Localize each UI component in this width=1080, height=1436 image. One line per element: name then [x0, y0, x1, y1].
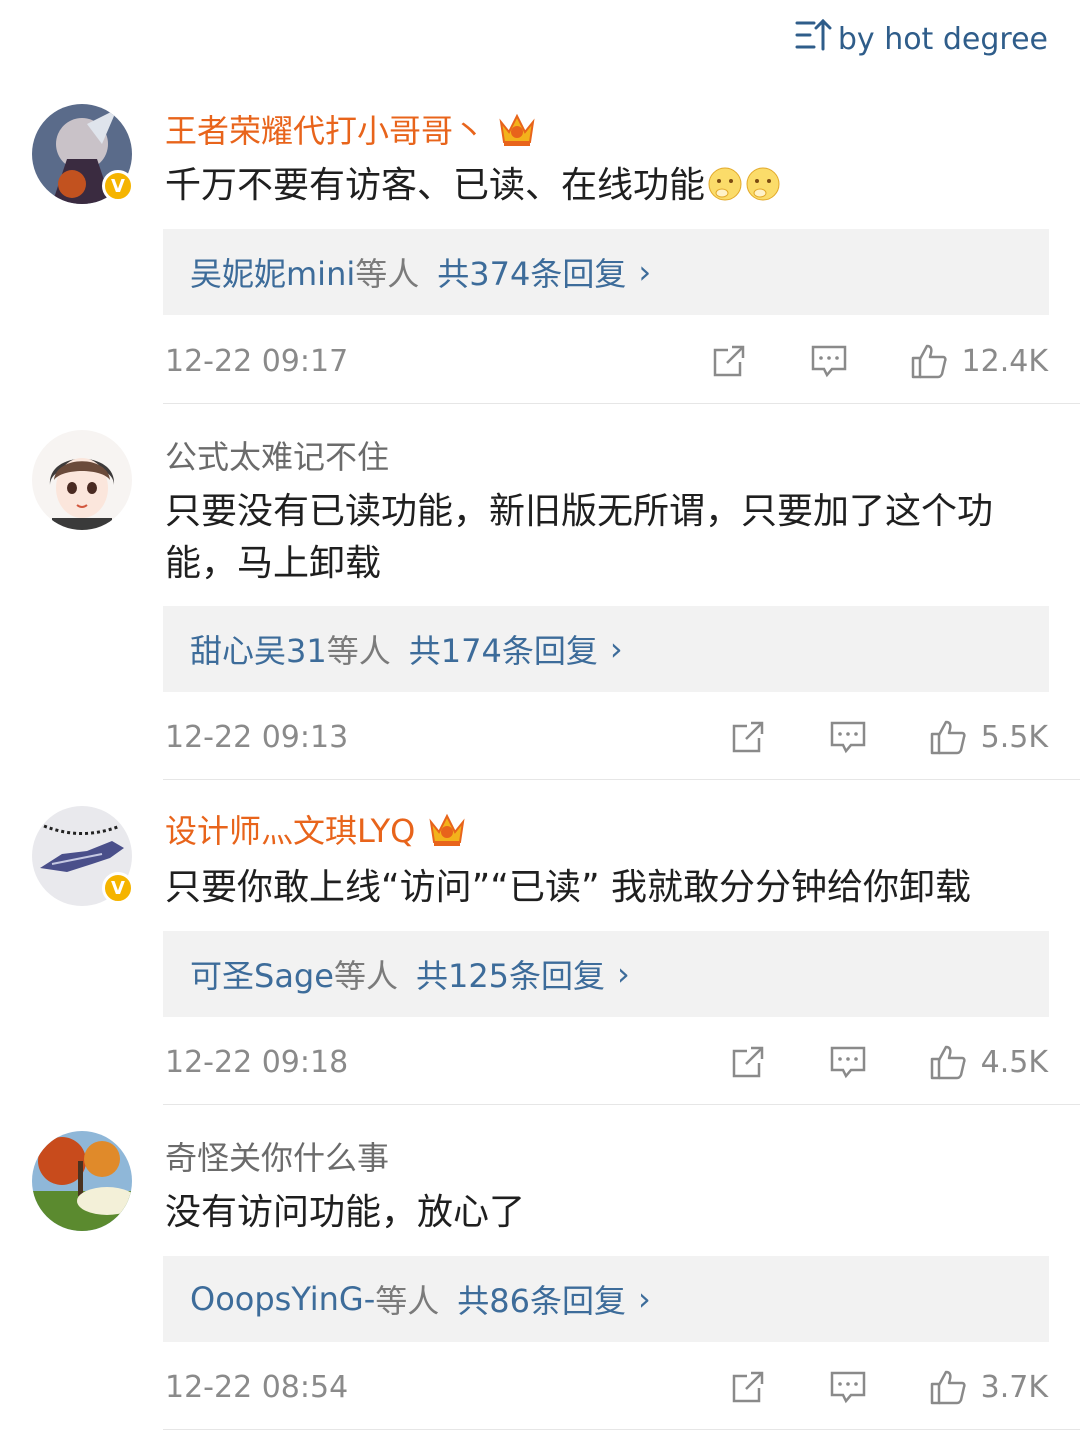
shy-emoji-icon [746, 167, 780, 201]
reply-suffix: 等人 [355, 255, 420, 293]
shy-emoji-icon [708, 167, 742, 201]
like-count: 4.5K [980, 1044, 1048, 1080]
divider [163, 1104, 1080, 1105]
avatar[interactable] [32, 1131, 132, 1231]
like-button[interactable]: 4.5K [929, 1043, 1048, 1081]
repost-icon[interactable] [729, 718, 767, 756]
reply-users: 可圣Sage [190, 957, 334, 995]
comment-icon[interactable] [829, 718, 867, 756]
reply-count: 共174条回复 [408, 632, 598, 670]
like-button[interactable]: 3.7K [929, 1368, 1048, 1406]
comment-text: 只要没有已读功能，新旧版无所谓，只要加了这个功能，马上卸载 [165, 491, 994, 584]
reply-users: 甜心吴31 [190, 632, 327, 670]
comment-icon[interactable] [829, 1043, 867, 1081]
divider [163, 779, 1080, 780]
reply-count: 共86条回复 [457, 1282, 626, 1320]
username[interactable]: 公式太难记不住 [165, 432, 389, 478]
reply-count: 共374条回复 [437, 255, 627, 293]
comment-icon[interactable] [810, 342, 848, 380]
chevron-right-icon: › [617, 955, 630, 993]
avatar[interactable]: V [32, 806, 134, 906]
username-text: 王者荣耀代打小哥哥丶 [165, 112, 486, 150]
reply-count: 共125条回复 [415, 957, 606, 995]
like-button[interactable]: 5.5K [929, 718, 1048, 756]
crown-icon [427, 810, 467, 848]
repost-icon[interactable] [729, 1368, 767, 1406]
reply-summary-button[interactable]: 吴妮妮mini 等人 共374条回复 › [163, 229, 1049, 315]
divider [163, 1429, 1080, 1430]
reply-users: 吴妮妮mini [190, 255, 356, 293]
like-button[interactable]: 12.4K [910, 342, 1048, 380]
sort-by-hot-button[interactable]: by hot degree [794, 18, 1048, 60]
username[interactable]: 王者荣耀代打小哥哥丶 [165, 106, 537, 152]
reply-suffix: 等人 [375, 1282, 440, 1320]
chevron-right-icon: › [638, 253, 652, 291]
comment-text: 千万不要有访客、已读、在线功能 [165, 160, 1030, 212]
username-text: 奇怪关你什么事 [165, 1139, 390, 1177]
repost-icon[interactable] [729, 1043, 767, 1081]
avatar[interactable]: V [32, 104, 134, 204]
reply-summary-button[interactable]: 可圣Sage 等人 共125条回复 › [163, 931, 1049, 1017]
sort-label: by hot degree [837, 21, 1048, 57]
username-text: 公式太难记不住 [165, 438, 390, 476]
divider [163, 403, 1080, 404]
comment-meta: 12-22 09:17 12.4K [165, 336, 1048, 386]
reply-summary-button[interactable]: OoopsYinG- 等人 共86条回复 › [163, 1256, 1049, 1342]
comment-icon[interactable] [829, 1368, 867, 1406]
timestamp: 12-22 09:18 [165, 1044, 349, 1080]
reply-summary-button[interactable]: 甜心吴31 等人 共174条回复 › [163, 606, 1049, 692]
reply-suffix: 等人 [333, 957, 398, 995]
timestamp: 12-22 08:54 [165, 1369, 349, 1405]
username[interactable]: 设计师灬文琪LYQ [165, 806, 467, 852]
timestamp: 12-22 09:17 [165, 343, 349, 379]
like-count: 5.5K [980, 719, 1048, 755]
like-count: 12.4K [961, 343, 1048, 379]
comment-meta: 12-22 09:18 4.5K [165, 1037, 1048, 1087]
like-count: 3.7K [980, 1369, 1048, 1405]
username-text: 设计师灬文琪LYQ [165, 812, 416, 850]
timestamp: 12-22 09:13 [165, 719, 349, 755]
like-icon [911, 344, 947, 379]
reply-suffix: 等人 [326, 632, 391, 670]
comment-meta: 12-22 08:54 3.7K [165, 1362, 1048, 1412]
verified-icon: V [102, 170, 134, 202]
comment-meta: 12-22 09:13 5.5K [165, 712, 1048, 762]
comment-text: 没有访问功能，放心了 [165, 1192, 526, 1233]
like-icon [930, 1370, 966, 1405]
crown-icon [497, 110, 537, 148]
chevron-right-icon: › [638, 1280, 651, 1318]
chevron-right-icon: › [609, 630, 623, 668]
like-icon [930, 720, 966, 755]
verified-icon: V [102, 872, 134, 904]
username[interactable]: 奇怪关你什么事 [165, 1133, 389, 1179]
repost-icon[interactable] [710, 342, 748, 380]
sort-icon [794, 17, 832, 61]
like-icon [930, 1045, 966, 1080]
avatar[interactable] [32, 430, 132, 530]
reply-users: OoopsYinG- [190, 1280, 376, 1318]
comment-text: 只要你敢上线“访问”“已读” 我就敢分分钟给你卸载 [165, 867, 972, 908]
